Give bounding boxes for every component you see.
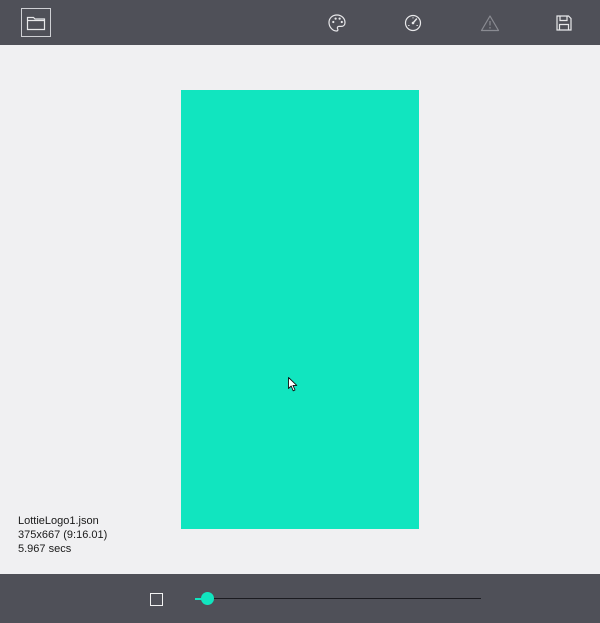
stop-button[interactable] <box>148 591 164 607</box>
progress-slider[interactable] <box>195 591 481 607</box>
progress-thumb[interactable] <box>201 592 214 605</box>
progress-track <box>195 598 481 599</box>
stop-icon <box>149 592 163 606</box>
performance-button[interactable] <box>398 8 428 37</box>
warnings-button[interactable] <box>475 8 505 37</box>
file-info-panel: LottieLogo1.json 375x667 (9:16.01) 5.967… <box>18 514 107 556</box>
playback-bar <box>0 574 600 623</box>
file-duration: 5.967 secs <box>18 543 72 555</box>
save-button[interactable] <box>549 8 579 37</box>
top-toolbar <box>0 0 600 45</box>
folder-icon <box>26 16 46 30</box>
save-icon <box>556 14 572 31</box>
file-name: LottieLogo1.json <box>18 515 99 527</box>
open-file-button[interactable] <box>21 8 51 37</box>
mouse-cursor-icon <box>288 377 298 392</box>
background-color-button[interactable] <box>322 8 352 37</box>
speedometer-icon <box>404 14 422 31</box>
warning-icon <box>480 14 500 31</box>
lottie-viewer-window: LottieLogo1.json 375x667 (9:16.01) 5.967… <box>0 0 600 623</box>
file-dimensions: 375x667 (9:16.01) <box>18 529 108 541</box>
animation-canvas[interactable] <box>181 90 419 529</box>
palette-icon <box>328 13 346 32</box>
